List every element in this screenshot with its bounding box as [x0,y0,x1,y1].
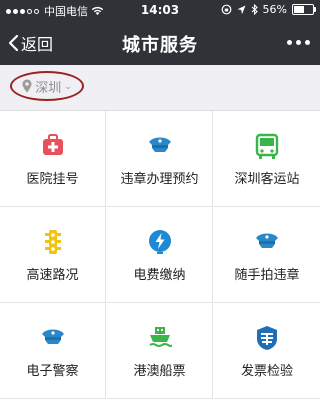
service-label: 医院挂号 [26,172,79,187]
rotation-lock-icon [221,4,231,15]
nav-bar: 返回 城市服务 [0,20,320,65]
ship-icon [148,327,172,347]
tax-emblem-icon [257,326,277,350]
chevron-down-icon: ⌄ [64,81,72,92]
service-electricity-bill[interactable]: 电费缴纳 [107,207,213,303]
more-button[interactable] [287,40,310,45]
service-invoice-verification[interactable]: 发票检验 [214,303,320,399]
hospital-kit-icon [42,134,63,155]
service-label: 港澳船票 [133,364,186,379]
service-label: 发票检验 [240,364,293,379]
service-label: 随手拍违章 [234,268,300,283]
service-hospital-registration[interactable]: 医院挂号 [0,111,106,207]
service-hk-macau-ferry[interactable]: 港澳船票 [107,303,213,399]
bluetooth-icon [251,4,258,15]
service-label: 高速路况 [26,268,79,283]
status-bar: 中国电信 14:03 56% [0,0,320,20]
bus-icon [255,133,279,159]
more-dot [296,40,301,45]
location-arrow-icon [237,5,246,14]
battery-percent: 56% [262,3,287,16]
location-bar: 深圳 ⌄ [0,65,320,111]
service-label: 电费缴纳 [133,268,186,283]
service-report-violation[interactable]: 随手拍违章 [214,207,320,303]
service-label: 电子警察 [26,364,79,379]
city-selector[interactable]: 深圳 ⌄ [10,71,84,101]
more-dot [287,40,292,45]
police-cap-icon [256,233,278,248]
battery-icon [292,4,316,15]
service-electronic-police[interactable]: 电子警察 [0,303,106,399]
traffic-light-icon [44,230,61,254]
service-label: 违章办理预约 [120,172,199,187]
phone-screen: 中国电信 14:03 56% 返回 城市服务 深圳 ⌄ 医院挂号 违章办理预约 … [0,0,320,408]
battery-level [294,6,305,13]
more-dot [305,40,310,45]
service-shenzhen-bus-station[interactable]: 深圳客运站 [214,111,320,207]
status-right: 56% [221,3,316,16]
service-violation-appointment[interactable]: 违章办理预约 [107,111,213,207]
service-label: 深圳客运站 [234,172,300,187]
police-cap-icon [148,137,171,152]
page-title: 城市服务 [122,35,198,56]
police-cap-icon [41,329,64,344]
city-name: 深圳 [35,80,62,96]
location-pin-icon [22,79,32,93]
service-highway-traffic[interactable]: 高速路况 [0,207,106,303]
lightning-icon [148,230,171,254]
